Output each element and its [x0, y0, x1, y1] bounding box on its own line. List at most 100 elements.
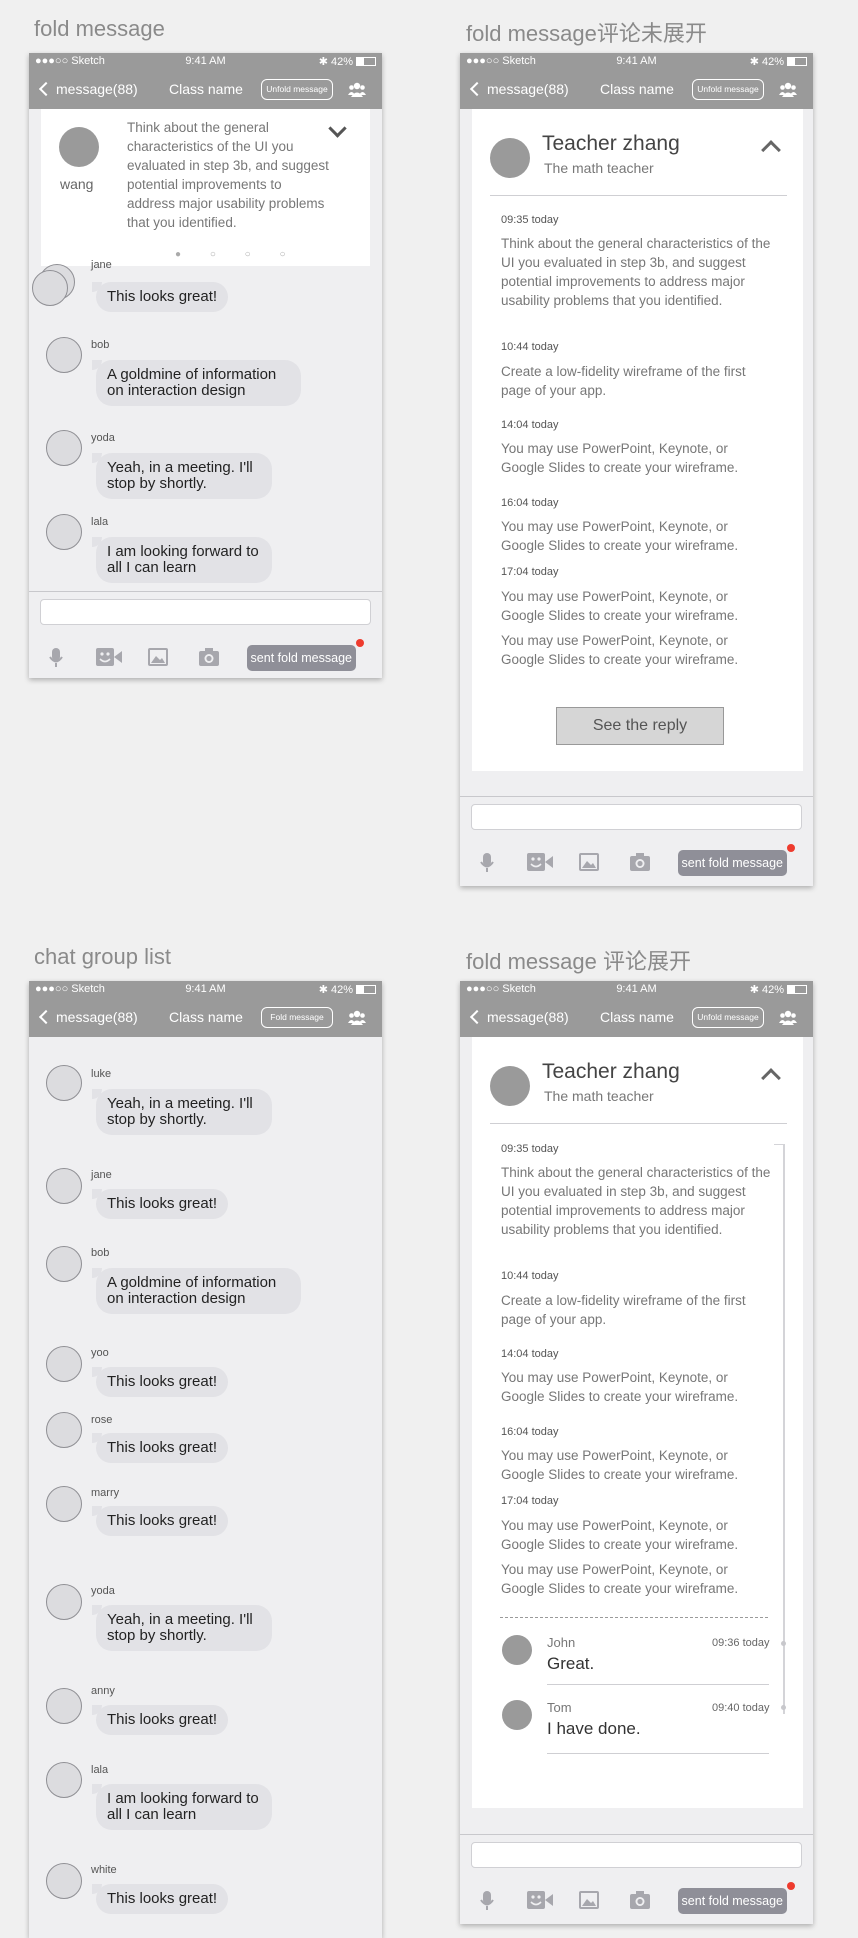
chat-body: wang Think about the general characteris…	[29, 109, 382, 678]
message-bubble[interactable]: This looks great!	[91, 1189, 229, 1219]
pinned-message-card[interactable]: wang Think about the general characteris…	[41, 109, 370, 266]
see-reply-button[interactable]: See the reply	[556, 707, 724, 745]
message-sender: rose	[91, 1414, 113, 1426]
unfold-message-button[interactable]: Unfold message	[692, 1007, 764, 1028]
avatar	[46, 1168, 82, 1204]
back-button[interactable]: message(88)	[37, 81, 138, 97]
image-icon[interactable]	[579, 1891, 599, 1909]
chat-body: luke Yeah, in a meeting. I'll stop by sh…	[29, 1037, 382, 1938]
scrollbar[interactable]	[783, 1145, 785, 1714]
send-fold-message-button[interactable]: sent fold message	[677, 1882, 796, 1914]
divider	[490, 1123, 787, 1124]
message-bubble[interactable]: This looks great!	[91, 282, 229, 312]
message-bubble[interactable]: I am looking forward to all I can learn	[92, 537, 272, 583]
battery-percent: 42%	[761, 984, 784, 996]
message-bubble[interactable]: Yeah, in a meeting. I'll stop by shortly…	[92, 1605, 272, 1651]
entry-text: You may use PowerPoint, Keynote, or Goog…	[501, 441, 739, 475]
group-icon[interactable]	[348, 1010, 366, 1025]
group-icon[interactable]	[779, 1010, 797, 1025]
nav-bar: message(88) Class name Unfold message	[29, 71, 382, 109]
send-fold-message-button[interactable]: sent fold message	[246, 639, 365, 671]
pinned-message-text: Think about the general characteristics …	[127, 120, 329, 230]
camera-icon[interactable]	[630, 853, 650, 871]
entry-time: 14:04 today	[501, 1348, 559, 1360]
avatar	[46, 1065, 82, 1101]
bottom-toolbar: sent fold message	[460, 796, 813, 886]
message-bubble[interactable]: This looks great!	[91, 1884, 229, 1914]
section-title-chat-group-list: chat group list	[34, 944, 171, 969]
nav-bar: message(88) Class name Unfold message	[460, 999, 813, 1037]
chevron-up-icon[interactable]	[761, 140, 781, 160]
reply-name: John	[547, 1635, 576, 1650]
entry-text: You may use PowerPoint, Keynote, or Goog…	[501, 519, 739, 553]
unfold-message-button[interactable]: Unfold message	[261, 79, 333, 100]
sticker-icon[interactable]	[96, 648, 122, 666]
message-input[interactable]	[471, 804, 802, 830]
teacher-role: The math teacher	[544, 160, 654, 176]
mic-icon[interactable]	[480, 853, 494, 873]
entry-time: 17:04 today	[501, 1495, 559, 1507]
message-bubble[interactable]: This looks great!	[91, 1367, 229, 1397]
back-chevron-icon	[469, 1009, 485, 1025]
entry-text: You may use PowerPoint, Keynote, or Goog…	[501, 633, 739, 667]
back-button[interactable]: message(88)	[468, 1009, 569, 1025]
sticker-icon[interactable]	[527, 853, 553, 871]
entry-text: Create a low-fidelity wireframe of the f…	[501, 364, 746, 398]
battery-indicator: ✱ 42%	[750, 983, 807, 996]
back-chevron-icon	[469, 81, 485, 97]
message-input[interactable]	[471, 1842, 802, 1868]
message-input[interactable]	[40, 599, 371, 625]
message-bubble[interactable]: A goldmine of information on interaction…	[92, 1268, 301, 1314]
scroll-dot	[781, 1641, 786, 1646]
message-sender: yoda	[91, 1585, 115, 1597]
mic-icon[interactable]	[480, 1891, 494, 1911]
status-bar: ●●●○○ Sketch 9:41 AM ✱ 42%	[29, 53, 382, 71]
camera-icon[interactable]	[630, 1891, 650, 1909]
battery-indicator: ✱ 42%	[319, 55, 376, 68]
image-icon[interactable]	[148, 648, 168, 666]
message-sender: luke	[91, 1068, 112, 1080]
chevron-up-icon[interactable]	[761, 1068, 781, 1088]
reply-avatar	[502, 1635, 532, 1665]
message-sender: lala	[91, 516, 109, 528]
detail-body: Teacher zhang The math teacher 09:35 tod…	[460, 109, 813, 886]
back-button[interactable]: message(88)	[468, 81, 569, 97]
section-title-fold-message: fold message	[34, 16, 165, 41]
message-bubble[interactable]: Yeah, in a meeting. I'll stop by shortly…	[92, 453, 272, 499]
avatar	[46, 1584, 82, 1620]
group-icon[interactable]	[779, 82, 797, 97]
avatar	[46, 514, 82, 550]
teacher-avatar	[490, 1066, 530, 1106]
message-bubble[interactable]: I am looking forward to all I can learn	[92, 1784, 272, 1830]
group-icon[interactable]	[348, 82, 366, 97]
section-title-fold-collapsed: fold message评论未展开	[466, 21, 707, 46]
teacher-message-card: Teacher zhang The math teacher 09:35 tod…	[472, 109, 803, 771]
avatar-stack	[32, 270, 68, 306]
reply-avatar	[502, 1700, 532, 1730]
message-bubble[interactable]: A goldmine of information on interaction…	[92, 360, 301, 406]
message-bubble[interactable]: This looks great!	[91, 1506, 229, 1536]
mic-icon[interactable]	[49, 648, 63, 668]
message-sender: white	[91, 1864, 117, 1876]
sticker-icon[interactable]	[527, 1891, 553, 1909]
camera-icon[interactable]	[199, 648, 219, 666]
battery-icon	[356, 57, 376, 66]
battery-indicator: ✱ 42%	[750, 55, 807, 68]
phone-fold-collapsed: ●●●○○ Sketch 9:41 AM ✱ 42% message(88) C…	[460, 53, 813, 886]
message-sender: bob	[91, 339, 110, 351]
message-bubble[interactable]: This looks great!	[91, 1433, 229, 1463]
bottom-toolbar: sent fold message	[460, 1834, 813, 1924]
entry-time: 09:35 today	[501, 1143, 559, 1155]
unfold-message-button[interactable]: Unfold message	[692, 79, 764, 100]
teacher-role: The math teacher	[544, 1088, 654, 1104]
message-bubble[interactable]: This looks great!	[91, 1705, 229, 1735]
send-fold-message-button[interactable]: sent fold message	[677, 844, 796, 876]
battery-percent: 42%	[330, 56, 353, 68]
nav-bar: message(88) Class name Unfold message	[460, 71, 813, 109]
message-bubble[interactable]: Yeah, in a meeting. I'll stop by shortly…	[92, 1089, 272, 1135]
image-icon[interactable]	[579, 853, 599, 871]
battery-percent: 42%	[330, 984, 353, 996]
back-button[interactable]: message(88)	[37, 1009, 138, 1025]
fold-message-button[interactable]: Fold message	[261, 1007, 333, 1028]
entry-text: You may use PowerPoint, Keynote, or Goog…	[501, 1448, 739, 1482]
